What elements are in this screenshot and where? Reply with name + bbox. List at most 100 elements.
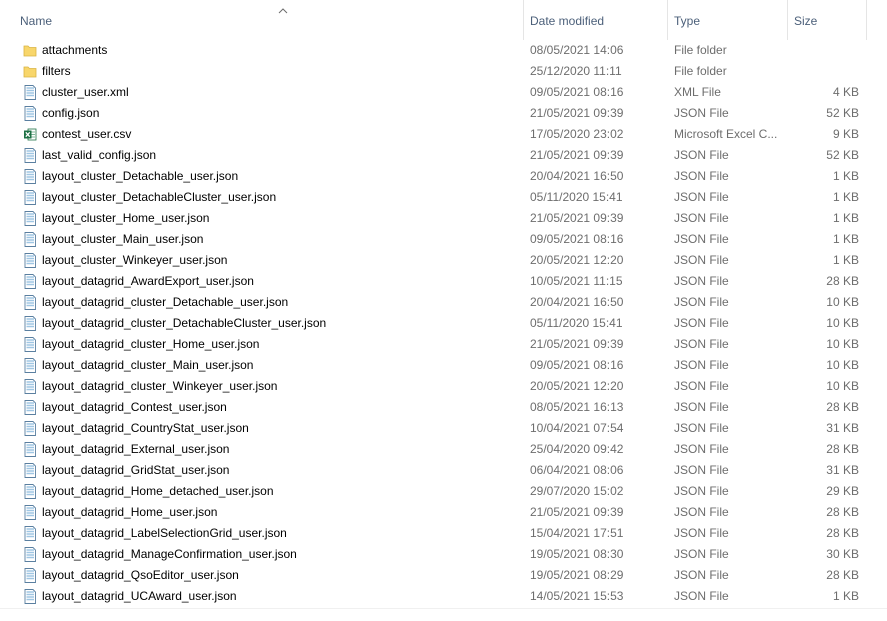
file-size: 31 KB [826, 421, 859, 435]
file-type: JSON File [674, 379, 729, 393]
file-size: 31 KB [826, 463, 859, 477]
file-row[interactable]: last_valid_config.json 21/05/2021 09:39 JS… [0, 145, 887, 166]
file-row[interactable]: layout_datagrid_CountryStat_user.json 10/… [0, 418, 887, 439]
file-size: 29 KB [826, 484, 859, 498]
file-type: JSON File [674, 190, 729, 204]
file-row[interactable]: layout_datagrid_Home_user.json 21/05/2021… [0, 502, 887, 523]
document-icon [23, 210, 37, 227]
file-date-modified: 06/04/2021 08:06 [530, 463, 624, 477]
file-row[interactable]: layout_datagrid_Home_detached_user.json 2… [0, 481, 887, 502]
file-row[interactable]: layout_cluster_Main_user.json 09/05/2021 … [0, 229, 887, 250]
document-icon [23, 357, 37, 374]
file-type: JSON File [674, 295, 729, 309]
file-row[interactable]: layout_cluster_DetachableCluster_user.js… [0, 187, 887, 208]
file-row[interactable]: layout_cluster_Detachable_user.json 20/04… [0, 166, 887, 187]
file-name: layout_datagrid_CountryStat_user.json [42, 421, 249, 435]
file-size: 9 KB [832, 127, 859, 141]
document-icon [23, 420, 37, 437]
file-type: XML File [674, 85, 721, 99]
file-row[interactable]: layout_datagrid_cluster_Main_user.json 09… [0, 355, 887, 376]
file-name: layout_cluster_Main_user.json [42, 232, 204, 246]
document-icon [23, 378, 37, 395]
file-row[interactable]: layout_datagrid_cluster_Home_user.json 21… [0, 334, 887, 355]
document-icon [23, 462, 37, 479]
file-date-modified: 25/12/2020 11:11 [530, 64, 622, 78]
file-date-modified: 21/05/2021 09:39 [530, 106, 624, 120]
file-row[interactable]: layout_datagrid_Contest_user.json 08/05/2… [0, 397, 887, 418]
file-name: layout_datagrid_cluster_Detachable_user.… [42, 295, 289, 309]
file-size: 28 KB [826, 526, 859, 540]
document-icon [23, 147, 37, 164]
file-date-modified: 10/04/2021 07:54 [530, 421, 624, 435]
file-row[interactable]: layout_datagrid_cluster_Detachable_user.… [0, 292, 887, 313]
file-name: layout_datagrid_cluster_DetachableCluste… [42, 316, 327, 330]
file-name: layout_datagrid_cluster_Main_user.json [42, 358, 254, 372]
file-size: 28 KB [826, 400, 859, 414]
column-header-date-modified[interactable]: Date modified [524, 0, 668, 40]
file-row[interactable]: layout_cluster_Home_user.json 21/05/2021 … [0, 208, 887, 229]
file-type: JSON File [674, 106, 729, 120]
file-name: layout_datagrid_LabelSelectionGrid_user.… [42, 526, 287, 540]
file-type: File folder [674, 43, 727, 57]
document-icon [23, 525, 37, 542]
file-date-modified: 21/05/2021 09:39 [530, 505, 624, 519]
file-type: JSON File [674, 442, 729, 456]
file-row[interactable]: layout_cluster_Winkeyer_user.json 20/05/2… [0, 250, 887, 271]
column-header-size[interactable]: Size [788, 0, 867, 40]
column-header-type-label: Type [674, 14, 701, 28]
file-name: layout_datagrid_Home_user.json [42, 505, 218, 519]
file-row[interactable]: layout_datagrid_UCAward_user.json 14/05/2… [0, 586, 887, 607]
file-row[interactable]: config.json 21/05/2021 09:39 JSON File 52 K… [0, 103, 887, 124]
document-icon [23, 315, 37, 332]
file-size: 4 KB [832, 85, 859, 99]
file-date-modified: 08/05/2021 16:13 [530, 400, 624, 414]
file-name: layout_cluster_Detachable_user.json [42, 169, 239, 183]
file-date-modified: 10/05/2021 11:15 [530, 274, 623, 288]
file-type: JSON File [674, 547, 729, 561]
file-type: JSON File [674, 316, 729, 330]
file-row[interactable]: layout_datagrid_LabelSelectionGrid_user.… [0, 523, 887, 544]
file-size: 10 KB [826, 379, 859, 393]
column-header-name-label: Name [20, 14, 53, 28]
file-row[interactable]: layout_datagrid_External_user.json 25/04/… [0, 439, 887, 460]
file-type: Microsoft Excel C... [674, 127, 778, 141]
file-row[interactable]: cluster_user.xml 09/05/2021 08:16 XML File… [0, 82, 887, 103]
file-type: File folder [674, 64, 727, 78]
column-header-name[interactable]: Name [14, 0, 524, 40]
file-type: JSON File [674, 505, 729, 519]
file-size: 10 KB [826, 358, 859, 372]
chevron-up-icon [278, 6, 288, 16]
file-row[interactable]: layout_datagrid_QsoEditor_user.json 19/05… [0, 565, 887, 586]
file-name: layout_datagrid_QsoEditor_user.json [42, 568, 239, 582]
file-type: JSON File [674, 148, 729, 162]
file-row[interactable]: layout_datagrid_ManageConfirmation_user.… [0, 544, 887, 565]
file-name: layout_datagrid_GridStat_user.json [42, 463, 230, 477]
file-name: layout_cluster_Winkeyer_user.json [42, 253, 228, 267]
column-header-bar: Name Date modified Type Size [0, 0, 887, 40]
file-row[interactable]: layout_datagrid_cluster_Winkeyer_user.js… [0, 376, 887, 397]
file-name: contest_user.csv [42, 127, 132, 141]
file-date-modified: 09/05/2021 08:16 [530, 232, 624, 246]
file-size: 28 KB [826, 274, 859, 288]
file-row[interactable]: attachments 08/05/2021 14:06 File folder [0, 40, 887, 61]
file-size: 1 KB [832, 232, 859, 246]
document-icon [23, 189, 37, 206]
document-icon [23, 105, 37, 122]
file-row[interactable]: layout_datagrid_cluster_DetachableCluste… [0, 313, 887, 334]
file-type: JSON File [674, 484, 729, 498]
document-icon [23, 252, 37, 269]
column-header-type[interactable]: Type [668, 0, 788, 40]
file-size: 52 KB [826, 148, 859, 162]
folder-icon [23, 42, 37, 59]
document-icon [23, 504, 37, 521]
file-row[interactable]: layout_datagrid_AwardExport_user.json 10/… [0, 271, 887, 292]
file-row[interactable]: contest_user.csv 17/05/2020 23:02 Microsof… [0, 124, 887, 145]
file-name: layout_datagrid_Contest_user.json [42, 400, 227, 414]
file-date-modified: 09/05/2021 08:16 [530, 85, 624, 99]
file-name: config.json [42, 106, 100, 120]
file-type: JSON File [674, 421, 729, 435]
file-row[interactable]: layout_datagrid_GridStat_user.json 06/04/… [0, 460, 887, 481]
file-type: JSON File [674, 526, 729, 540]
file-size: 30 KB [826, 547, 859, 561]
file-row[interactable]: filters 25/12/2020 11:11 File folder [0, 61, 887, 82]
